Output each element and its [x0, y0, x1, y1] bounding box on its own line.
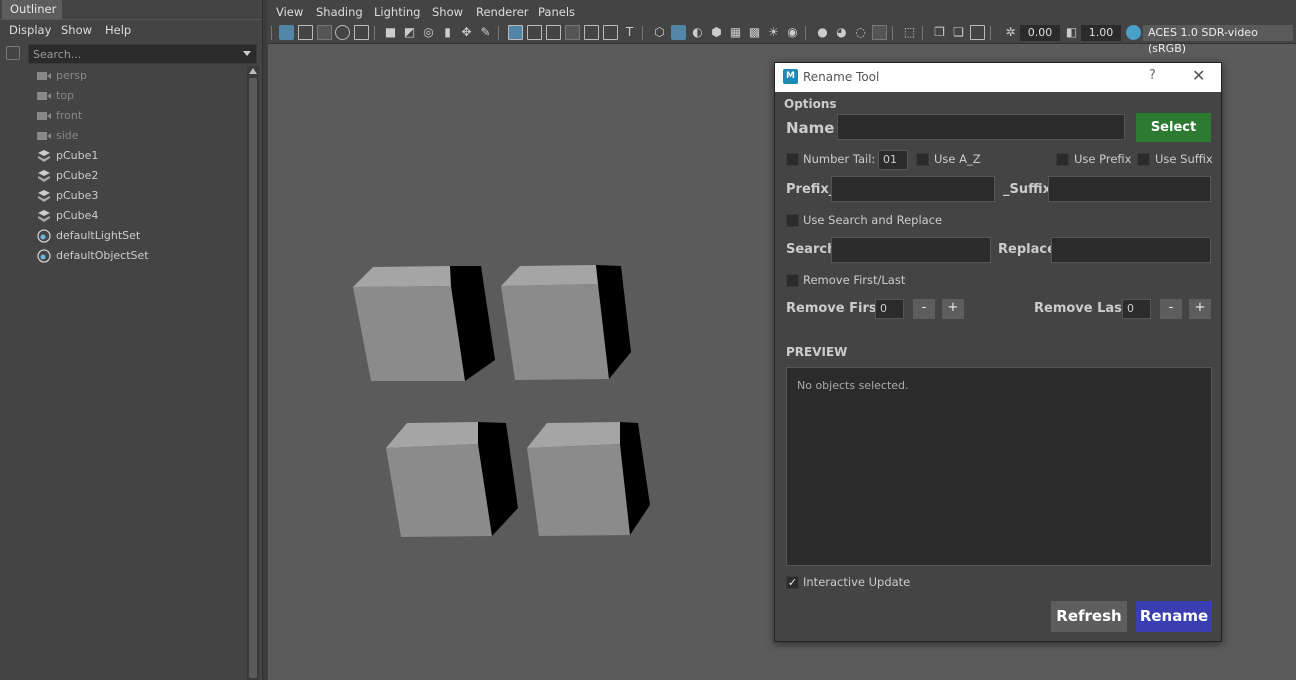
preview-heading: PREVIEW	[786, 345, 848, 359]
outliner-item-label: front	[56, 109, 83, 122]
outliner-item-front[interactable]: front	[36, 106, 236, 126]
outliner-item-side[interactable]: side	[36, 126, 236, 146]
camera-icon	[37, 132, 51, 140]
pcube4-mesh[interactable]	[527, 422, 650, 536]
use-az-label: Use A_Z	[934, 152, 981, 166]
outliner-item-label: pCube4	[56, 209, 99, 222]
scroll-thumb[interactable]	[249, 78, 257, 678]
outliner-item-label: pCube3	[56, 189, 99, 202]
use-prefix-label: Use Prefix	[1074, 152, 1132, 166]
help-icon[interactable]: ?	[1149, 68, 1156, 83]
name-label: Name	[786, 119, 835, 137]
preview-panel: No objects selected.	[786, 367, 1212, 566]
replace-label: Replace	[998, 242, 1056, 257]
interactive-update-checkbox[interactable]: ✓	[786, 576, 799, 589]
prefix-label: Prefix_	[786, 182, 836, 197]
outliner-item-top[interactable]: top	[36, 86, 236, 106]
outliner-item-label: side	[56, 129, 79, 142]
remove-first-label: Remove First:	[786, 301, 889, 316]
outliner-panel: Outliner Display Show Help Search... per…	[0, 0, 262, 680]
outliner-tab[interactable]: Outliner	[2, 0, 62, 19]
outliner-menu-help[interactable]: Help	[105, 23, 131, 37]
outliner-item-defaultlightset[interactable]: defaultLightSet	[36, 226, 236, 246]
outliner-item-pcube1[interactable]: pCube1	[36, 146, 236, 166]
remove-first-last-checkbox[interactable]	[786, 274, 799, 287]
outliner-search-input[interactable]: Search...	[28, 44, 257, 64]
outliner-item-label: persp	[56, 69, 87, 82]
remove-last-increment-button[interactable]: +	[1189, 299, 1211, 319]
use-suffix-label: Use Suffix	[1155, 152, 1213, 166]
transform-icon	[38, 190, 50, 202]
pcube3-mesh[interactable]	[386, 422, 518, 537]
outliner-item-persp[interactable]: persp	[36, 66, 236, 86]
maya-logo-icon: M	[783, 69, 798, 84]
rename-tool-dialog: M Rename Tool ? ✕ Options Name Select Nu…	[774, 62, 1222, 642]
outliner-scrollbar[interactable]	[247, 66, 259, 680]
remove-first-input[interactable]: 0	[875, 299, 904, 319]
camera-icon	[37, 112, 51, 120]
remove-first-increment-button[interactable]: +	[942, 299, 964, 319]
outliner-list: persp top front side pCube1 pCube2 pCube…	[0, 66, 246, 680]
outliner-item-label: defaultObjectSet	[56, 249, 149, 262]
use-search-replace-checkbox[interactable]	[786, 214, 799, 227]
replace-input[interactable]	[1051, 237, 1211, 263]
remove-last-label: Remove Last:	[1034, 301, 1134, 316]
outliner-menubar: Display Show Help	[0, 19, 262, 41]
use-search-replace-label: Use Search and Replace	[803, 213, 943, 227]
name-input[interactable]	[837, 114, 1125, 140]
remove-first-last-label: Remove First/Last	[803, 273, 906, 287]
rename-button[interactable]: Rename	[1136, 601, 1212, 632]
transform-icon	[38, 150, 50, 162]
preview-text: No objects selected.	[797, 379, 909, 392]
transform-icon	[38, 170, 50, 182]
pcube1-mesh[interactable]	[353, 266, 495, 381]
outliner-item-pcube4[interactable]: pCube4	[36, 206, 236, 226]
outliner-menu-display[interactable]: Display	[9, 23, 51, 37]
use-suffix-checkbox[interactable]	[1137, 153, 1150, 166]
remove-first-decrement-button[interactable]: -	[913, 299, 935, 319]
transform-icon	[38, 210, 50, 222]
refresh-button[interactable]: Refresh	[1051, 601, 1127, 632]
set-icon	[37, 249, 51, 263]
outliner-item-pcube2[interactable]: pCube2	[36, 166, 236, 186]
pcube2-mesh[interactable]	[501, 265, 631, 380]
number-tail-label: Number Tail:	[803, 152, 876, 166]
outliner-item-label: pCube1	[56, 149, 99, 162]
suffix-label: _Suffix	[1003, 182, 1052, 197]
number-tail-input[interactable]: 01	[878, 150, 908, 170]
close-icon[interactable]: ✕	[1192, 66, 1205, 85]
outliner-item-label: defaultLightSet	[56, 229, 141, 242]
dialog-title: Rename Tool	[803, 70, 880, 84]
scroll-up-icon[interactable]	[249, 68, 257, 74]
set-icon	[37, 229, 51, 243]
camera-icon	[37, 92, 51, 100]
interactive-update-label: Interactive Update	[803, 575, 911, 589]
outliner-item-defaultobjectset[interactable]: defaultObjectSet	[36, 246, 236, 266]
select-button[interactable]: Select	[1136, 113, 1211, 142]
filter-icon[interactable]	[6, 46, 20, 60]
outliner-menu-show[interactable]: Show	[61, 23, 92, 37]
outliner-item-label: pCube2	[56, 169, 99, 182]
panel-divider[interactable]	[262, 0, 267, 680]
outliner-item-label: top	[56, 89, 75, 102]
use-az-checkbox[interactable]	[916, 153, 929, 166]
search-label: Search	[786, 242, 837, 257]
outliner-item-pcube3[interactable]: pCube3	[36, 186, 236, 206]
use-prefix-checkbox[interactable]	[1056, 153, 1069, 166]
prefix-input[interactable]	[831, 176, 995, 202]
camera-icon	[37, 72, 51, 80]
search-input[interactable]	[831, 237, 991, 263]
remove-last-input[interactable]: 0	[1122, 299, 1151, 319]
number-tail-checkbox[interactable]	[786, 153, 799, 166]
dialog-titlebar[interactable]: M Rename Tool ? ✕	[775, 63, 1221, 92]
options-heading: Options	[784, 97, 837, 111]
suffix-input[interactable]	[1048, 176, 1211, 202]
search-dropdown-icon[interactable]	[243, 51, 251, 56]
remove-last-decrement-button[interactable]: -	[1160, 299, 1182, 319]
